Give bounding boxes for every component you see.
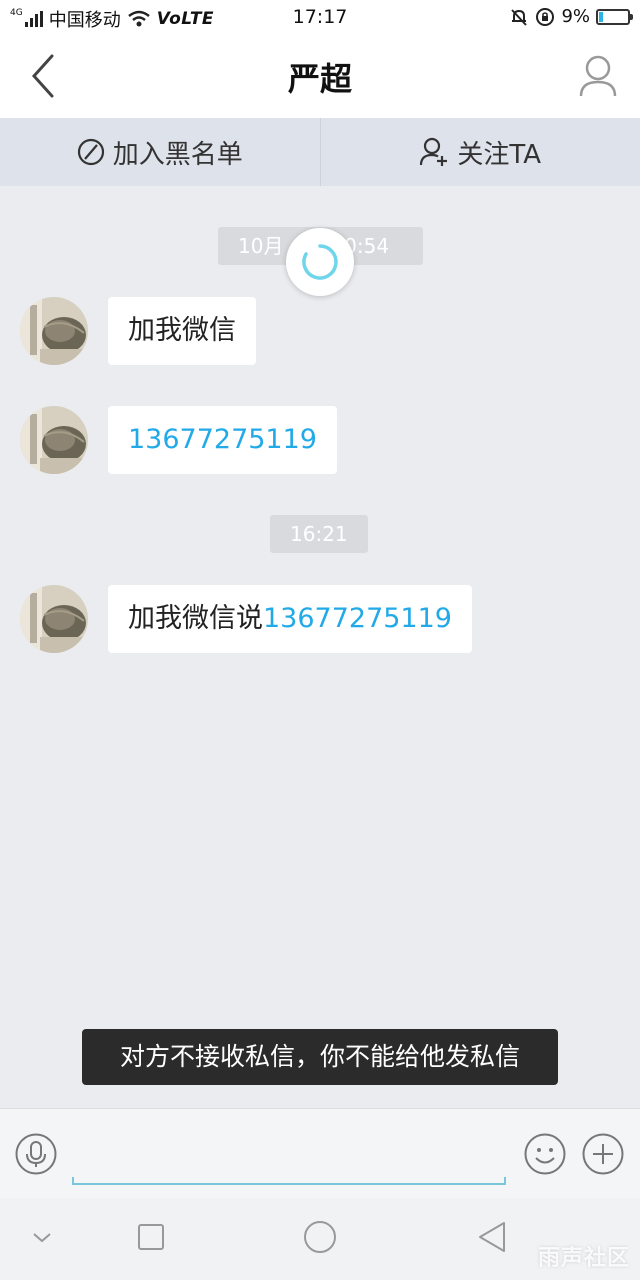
- back-nav-button[interactable]: [472, 1218, 512, 1258]
- blacklist-label: 加入黑名单: [112, 139, 243, 170]
- rotation-lock-icon: [536, 7, 555, 26]
- message-text: 加我微信: [128, 315, 236, 346]
- phone-link[interactable]: 13677275119: [263, 603, 452, 634]
- message-row: 加我微信说13677275119: [20, 585, 472, 653]
- home-button[interactable]: [300, 1218, 340, 1258]
- message-bubble[interactable]: 13677275119: [108, 406, 337, 474]
- input-underline: [72, 1177, 506, 1185]
- follow-label: 关注TA: [457, 139, 542, 170]
- time-chip: 16:21: [270, 515, 368, 553]
- mute-bell-icon: [511, 8, 528, 26]
- smiley-icon: [524, 1133, 566, 1175]
- circle-icon: [304, 1221, 336, 1253]
- input-bar: [0, 1108, 640, 1198]
- microphone-icon: [15, 1133, 57, 1175]
- chevron-down-icon: [33, 1233, 51, 1243]
- avatar-image: [20, 297, 88, 365]
- status-bar: 4G 中国移动 VoLTE 17:17 9%: [0, 0, 640, 34]
- avatar[interactable]: [20, 406, 88, 474]
- loading-spinner: [286, 228, 354, 296]
- battery-icon: [596, 8, 633, 25]
- square-icon: [138, 1224, 164, 1250]
- watermark: 雨声社区: [537, 1246, 630, 1271]
- time-chip-date: 10月: [238, 234, 284, 258]
- status-right: 9%: [509, 6, 633, 27]
- message-row: 加我微信: [20, 297, 256, 365]
- spinner-icon: [302, 244, 338, 280]
- avatar[interactable]: [20, 297, 88, 365]
- title-bar: 严超: [0, 34, 640, 118]
- voice-button[interactable]: [15, 1133, 57, 1175]
- time-chip-time: 16:21: [290, 522, 348, 546]
- blacklist-button[interactable]: 加入黑名单: [0, 118, 320, 186]
- block-icon: [77, 138, 104, 166]
- profile-button[interactable]: [578, 54, 618, 98]
- action-row: 加入黑名单 关注TA: [0, 118, 640, 186]
- avatar-image: [20, 585, 88, 653]
- recents-button[interactable]: [131, 1218, 171, 1258]
- phone-link[interactable]: 13677275119: [128, 424, 317, 455]
- avatar[interactable]: [20, 585, 88, 653]
- toast-message: 对方不接收私信，你不能给他发私信: [82, 1029, 558, 1085]
- hide-keyboard-button[interactable]: [22, 1218, 62, 1258]
- add-user-icon: [420, 137, 448, 166]
- message-input[interactable]: [72, 1123, 506, 1185]
- avatar-image: [20, 406, 88, 474]
- message-row: 13677275119: [20, 406, 337, 474]
- plus-icon: [582, 1133, 624, 1175]
- system-nav-bar: 雨声社区: [0, 1198, 640, 1280]
- emoji-button[interactable]: [524, 1133, 566, 1175]
- triangle-back-icon: [479, 1222, 505, 1252]
- follow-button[interactable]: 关注TA: [321, 118, 640, 186]
- page-title: 严超: [287, 60, 352, 98]
- message-text: 加我微信说: [128, 603, 263, 634]
- battery-percent: 9%: [561, 6, 590, 27]
- message-bubble[interactable]: 加我微信说13677275119: [108, 585, 472, 653]
- more-button[interactable]: [582, 1133, 624, 1175]
- battery-fill: [599, 11, 603, 22]
- user-icon: [579, 55, 617, 97]
- message-bubble[interactable]: 加我微信: [108, 297, 256, 365]
